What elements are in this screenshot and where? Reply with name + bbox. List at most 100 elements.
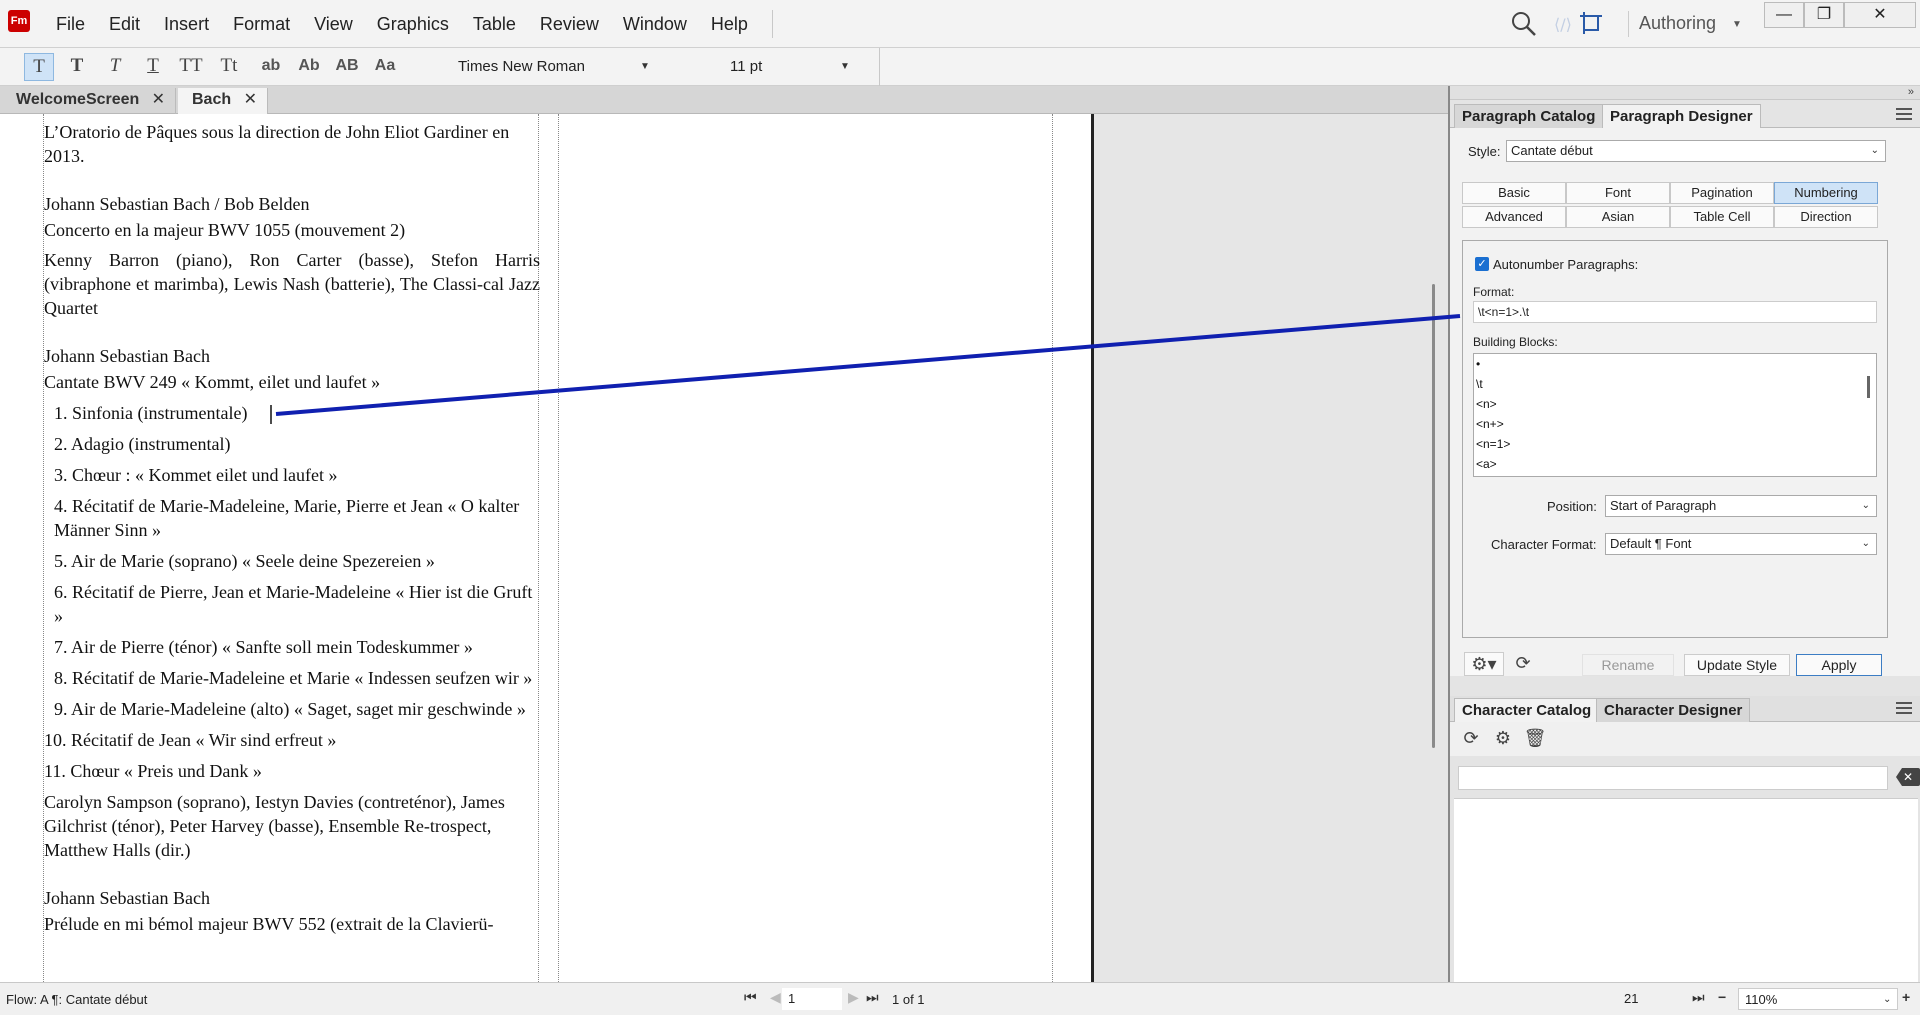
panel-menu-icon[interactable]	[1896, 108, 1912, 120]
numbered-paragraph: 8. Récitatif de Marie-Madeleine et Marie…	[54, 668, 533, 688]
paragraph: Carolyn Sampson (soprano), Iestyn Davies…	[44, 792, 505, 860]
menu-insert[interactable]: Insert	[152, 14, 221, 35]
panel-menu-icon[interactable]	[1896, 702, 1912, 714]
bold-button[interactable]: T	[62, 53, 92, 81]
rename-button[interactable]: Rename	[1582, 654, 1674, 676]
refresh-icon[interactable]: ⟳	[1510, 652, 1536, 676]
menu-table[interactable]: Table	[461, 14, 528, 35]
workspace-switcher[interactable]: Authoring	[1628, 11, 1716, 37]
vertical-scrollbar[interactable]	[1432, 284, 1435, 748]
plain-text-button[interactable]: T	[24, 53, 54, 81]
code-tag-icon[interactable]: ⟨/⟩	[1552, 12, 1574, 36]
update-style-button[interactable]: Update Style	[1684, 654, 1790, 676]
close-icon[interactable]: ✕	[152, 88, 165, 112]
building-block-item[interactable]: <n=1>	[1474, 434, 1876, 454]
category-font[interactable]: Font	[1566, 182, 1670, 204]
document-page[interactable]: L’Oratorio de Pâques sous la direction d…	[0, 114, 1094, 982]
menu-window[interactable]: Window	[611, 14, 699, 35]
character-format-value: Default ¶ Font	[1610, 536, 1692, 551]
lowercase-button[interactable]: ab	[256, 53, 286, 81]
menu-graphics[interactable]: Graphics	[365, 14, 461, 35]
underline-button[interactable]: T	[138, 53, 168, 81]
menu-view[interactable]: View	[302, 14, 365, 35]
tab-paragraph-catalog[interactable]: Paragraph Catalog	[1454, 104, 1604, 128]
category-advanced[interactable]: Advanced	[1462, 206, 1566, 228]
titlecase-button[interactable]: Ab	[294, 53, 324, 81]
page-number-input[interactable]: 1	[782, 988, 842, 1010]
style-value: Cantate début	[1511, 143, 1593, 158]
font-family-select[interactable]: Times New Roman ▼	[450, 54, 660, 80]
collapse-panel-icon[interactable]: »	[1450, 86, 1920, 100]
category-pagination[interactable]: Pagination	[1670, 182, 1774, 204]
category-basic[interactable]: Basic	[1462, 182, 1566, 204]
character-catalog-list[interactable]	[1454, 798, 1918, 982]
superscript-button[interactable]: TT	[176, 53, 206, 81]
previous-page-icon[interactable]: ◀	[770, 989, 781, 1006]
category-asian[interactable]: Asian	[1566, 206, 1670, 228]
refresh-icon[interactable]: ⟳	[1458, 727, 1484, 751]
list-scrollbar[interactable]	[1867, 376, 1870, 398]
numbered-paragraph: 3. Chœur : « Kommet eilet und laufet »	[54, 465, 338, 485]
last-page-icon[interactable]: ⏭	[866, 989, 879, 1006]
clear-search-icon[interactable]: ✕	[1896, 768, 1920, 786]
character-panel-tabs: Character Catalog Character Designer	[1450, 696, 1920, 722]
character-search-input[interactable]	[1458, 766, 1888, 790]
menu-review[interactable]: Review	[528, 14, 611, 35]
position-label: Position:	[1547, 499, 1597, 514]
fit-page-icon[interactable]: ⏭	[1692, 989, 1705, 1006]
category-numbering[interactable]: Numbering	[1774, 182, 1878, 204]
menu-format[interactable]: Format	[221, 14, 302, 35]
next-page-icon[interactable]: ▶	[848, 989, 859, 1006]
tab-paragraph-designer[interactable]: Paragraph Designer	[1602, 104, 1761, 128]
character-format-select[interactable]: Default ¶ Font ⌄	[1605, 533, 1877, 555]
autonumber-label: Autonumber Paragraphs:	[1493, 257, 1639, 272]
tab-welcome-screen[interactable]: WelcomeScreen ✕	[2, 88, 176, 114]
menu-file[interactable]: File	[44, 14, 97, 35]
search-icon[interactable]	[1510, 10, 1538, 38]
first-page-icon[interactable]: ⏮	[744, 989, 757, 1006]
building-blocks-list[interactable]: • \t <n> <n+> <n=1> <a>	[1473, 353, 1877, 477]
zoom-select[interactable]: 110% ⌄	[1738, 988, 1898, 1010]
italic-button[interactable]: T	[100, 53, 130, 81]
zoom-out-icon[interactable]: −	[1718, 989, 1726, 1005]
subscript-button[interactable]: Tt	[214, 53, 244, 81]
building-block-item[interactable]: •	[1474, 354, 1876, 374]
uppercase-button[interactable]: AB	[332, 53, 362, 81]
sentence-case-button[interactable]: Aa	[370, 53, 400, 81]
position-select[interactable]: Start of Paragraph ⌄	[1605, 495, 1877, 517]
gear-menu-icon[interactable]: ⚙▾	[1464, 652, 1504, 676]
category-direction[interactable]: Direction	[1774, 206, 1878, 228]
category-table-cell[interactable]: Table Cell	[1670, 206, 1774, 228]
menu-help[interactable]: Help	[699, 14, 760, 35]
apply-button[interactable]: Apply	[1796, 654, 1882, 676]
frame-icon[interactable]	[1578, 10, 1604, 36]
restore-button[interactable]: ❐	[1804, 2, 1844, 28]
style-select[interactable]: Cantate début ⌄	[1506, 140, 1886, 162]
tab-bach[interactable]: Bach ✕	[178, 88, 268, 114]
chevron-down-icon: ⌄	[1883, 994, 1892, 1005]
numbering-group: ✓ Autonumber Paragraphs: Format: \t<n=1>…	[1462, 240, 1888, 638]
gear-icon[interactable]: ⚙	[1490, 727, 1516, 751]
close-icon[interactable]: ✕	[244, 88, 257, 112]
building-block-item[interactable]: <a>	[1474, 454, 1876, 474]
autonumber-checkbox[interactable]: ✓	[1475, 257, 1489, 271]
building-block-item[interactable]: \t	[1474, 374, 1876, 394]
zoom-in-icon[interactable]: +	[1902, 989, 1910, 1005]
chevron-down-icon[interactable]: ▼	[1732, 19, 1742, 30]
delete-icon[interactable]: 🗑	[1522, 727, 1548, 751]
document-area: L’Oratorio de Pâques sous la direction d…	[0, 114, 1448, 982]
column-guide	[558, 114, 559, 982]
building-blocks-label: Building Blocks:	[1473, 335, 1558, 349]
close-window-button[interactable]: ✕	[1844, 2, 1916, 28]
font-size-select[interactable]: 11 pt ▼	[722, 54, 858, 80]
tab-character-designer[interactable]: Character Designer	[1596, 698, 1751, 722]
building-block-item[interactable]: <n>	[1474, 394, 1876, 414]
minimize-button[interactable]: —	[1764, 2, 1804, 28]
format-input[interactable]: \t<n=1>.\t	[1473, 301, 1877, 323]
text-flow[interactable]: L’Oratorio de Pâques sous la direction d…	[44, 120, 540, 936]
building-block-item[interactable]: <n+>	[1474, 414, 1876, 434]
paragraph: Concerto en la majeur BWV 1055 (mouvemen…	[44, 220, 406, 240]
menu-edit[interactable]: Edit	[97, 14, 152, 35]
tab-character-catalog[interactable]: Character Catalog	[1454, 698, 1600, 722]
paragraph: Prélude en mi bémol majeur BWV 552 (extr…	[44, 914, 494, 934]
